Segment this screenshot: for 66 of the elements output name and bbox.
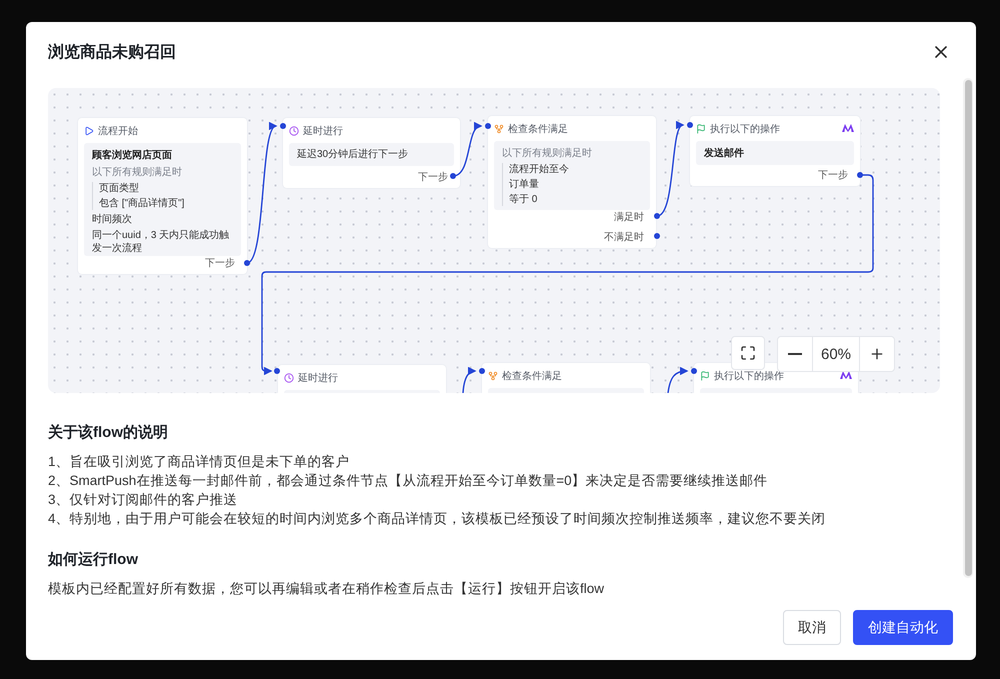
paragraph: 3、仅针对订阅邮件的客户推送 <box>48 491 239 509</box>
paragraph: 2、SmartPush在推送每一封邮件前，都会通过条件节点【从流程开始至今订单数量=0】来决定是否需要继续推送邮件 <box>48 472 769 490</box>
rule-text: 等于 0 <box>509 193 538 206</box>
node-title: 延时进行 <box>303 124 343 138</box>
node-heading: 发送邮件 <box>704 146 745 160</box>
flow-node[interactable]: 检查条件满足 以下所有规则满足时 流程开始至今 订单量 等于 0 满足时 不满足时 <box>488 116 656 248</box>
port-dot[interactable] <box>450 173 456 179</box>
zoom-level-text: 60% <box>812 337 860 371</box>
flag-icon <box>700 371 710 381</box>
clock-icon <box>289 126 299 136</box>
node-text: 时间频次 <box>92 213 133 226</box>
logo-icon <box>840 371 852 379</box>
node-title: 延时进行 <box>298 372 338 385</box>
node-title: 检查条件满足 <box>508 122 568 136</box>
node-text: 延迟30分钟后进行下一步 <box>297 148 410 161</box>
node-title: 流程开始 <box>98 124 138 138</box>
port-dot[interactable] <box>485 123 491 129</box>
port-dot[interactable] <box>244 260 250 266</box>
flow-node[interactable]: 流程开始 顾客浏览网店页面 以下所有规则满足时 页面类型 包含 ["商品详情页"] 时间频次 同一个uuid，3 天内只能成功触发一次流程 下一步 <box>78 118 247 274</box>
branch-icon <box>488 371 498 381</box>
rule-text: 页面类型 <box>99 182 140 195</box>
minus-icon <box>788 353 802 355</box>
section-heading: 如何运行flow <box>48 550 139 569</box>
rule-text: 包含 ["商品详情页"] <box>99 197 186 210</box>
flow-node[interactable]: 延时进行 <box>278 365 446 393</box>
node-title: 执行以下的操作 <box>710 122 780 136</box>
port-dot[interactable] <box>691 368 697 374</box>
fit-screen-icon <box>740 345 756 361</box>
port-dot[interactable] <box>280 123 286 129</box>
port-label: 下一步 <box>818 168 848 182</box>
port-label: 不满足时 <box>604 230 644 244</box>
paragraph: 模板内已经配置好所有数据，您可以再编辑或者在稍作检查后点击【运行】按钮开启该flow <box>48 580 606 598</box>
rule-text: 订单量 <box>509 178 540 191</box>
port-label: 满足时 <box>614 210 644 224</box>
port-dot[interactable] <box>654 213 660 219</box>
scrollbar[interactable] <box>963 78 973 578</box>
node-title: 执行以下的操作 <box>714 370 784 383</box>
port-dot[interactable] <box>274 368 280 374</box>
branch-icon <box>494 124 504 134</box>
flag-icon <box>696 124 706 134</box>
paragraph: 4、特别地，由于用户可能会在较短的时间内浏览多个商品详情页，该模板已经预设了时间频次控制推送频率，建议您不要关闭 <box>48 510 827 528</box>
clock-icon <box>284 373 294 383</box>
port-label: 下一步 <box>418 170 448 184</box>
logo-icon <box>842 124 854 132</box>
paragraph: 1、旨在吸引浏览了商品详情页但是未下单的客户 <box>48 453 351 471</box>
create-button[interactable]: 创建自动化 <box>853 610 953 645</box>
node-note: 以下所有规则满足时 <box>502 146 593 160</box>
flow-node[interactable]: 执行以下的操作 发送邮件 下一步 <box>690 116 860 186</box>
flow-node[interactable]: 检查条件满足 <box>482 363 650 393</box>
rule-text: 流程开始至今 <box>509 163 570 176</box>
node-title: 检查条件满足 <box>502 370 562 383</box>
port-dot[interactable] <box>687 122 693 128</box>
cancel-button[interactable]: 取消 <box>783 610 841 645</box>
section-heading: 关于该flow的说明 <box>48 423 169 442</box>
dialog-title: 浏览商品未购召回 <box>48 42 176 62</box>
port-dot[interactable] <box>654 233 660 239</box>
plus-icon <box>869 346 885 362</box>
port-dot[interactable] <box>857 172 863 178</box>
port-dot[interactable] <box>479 368 485 374</box>
flow-node[interactable]: 延时进行 延迟30分钟后进行下一步 下一步 <box>283 118 460 188</box>
port-label: 下一步 <box>205 256 235 270</box>
node-heading: 顾客浏览网店页面 <box>92 148 173 162</box>
node-note: 以下所有规则满足时 <box>92 166 183 179</box>
node-text: 同一个uuid，3 天内只能成功触发一次流程 <box>92 229 230 255</box>
play-icon <box>84 126 94 136</box>
fit-screen-button[interactable] <box>731 336 765 370</box>
